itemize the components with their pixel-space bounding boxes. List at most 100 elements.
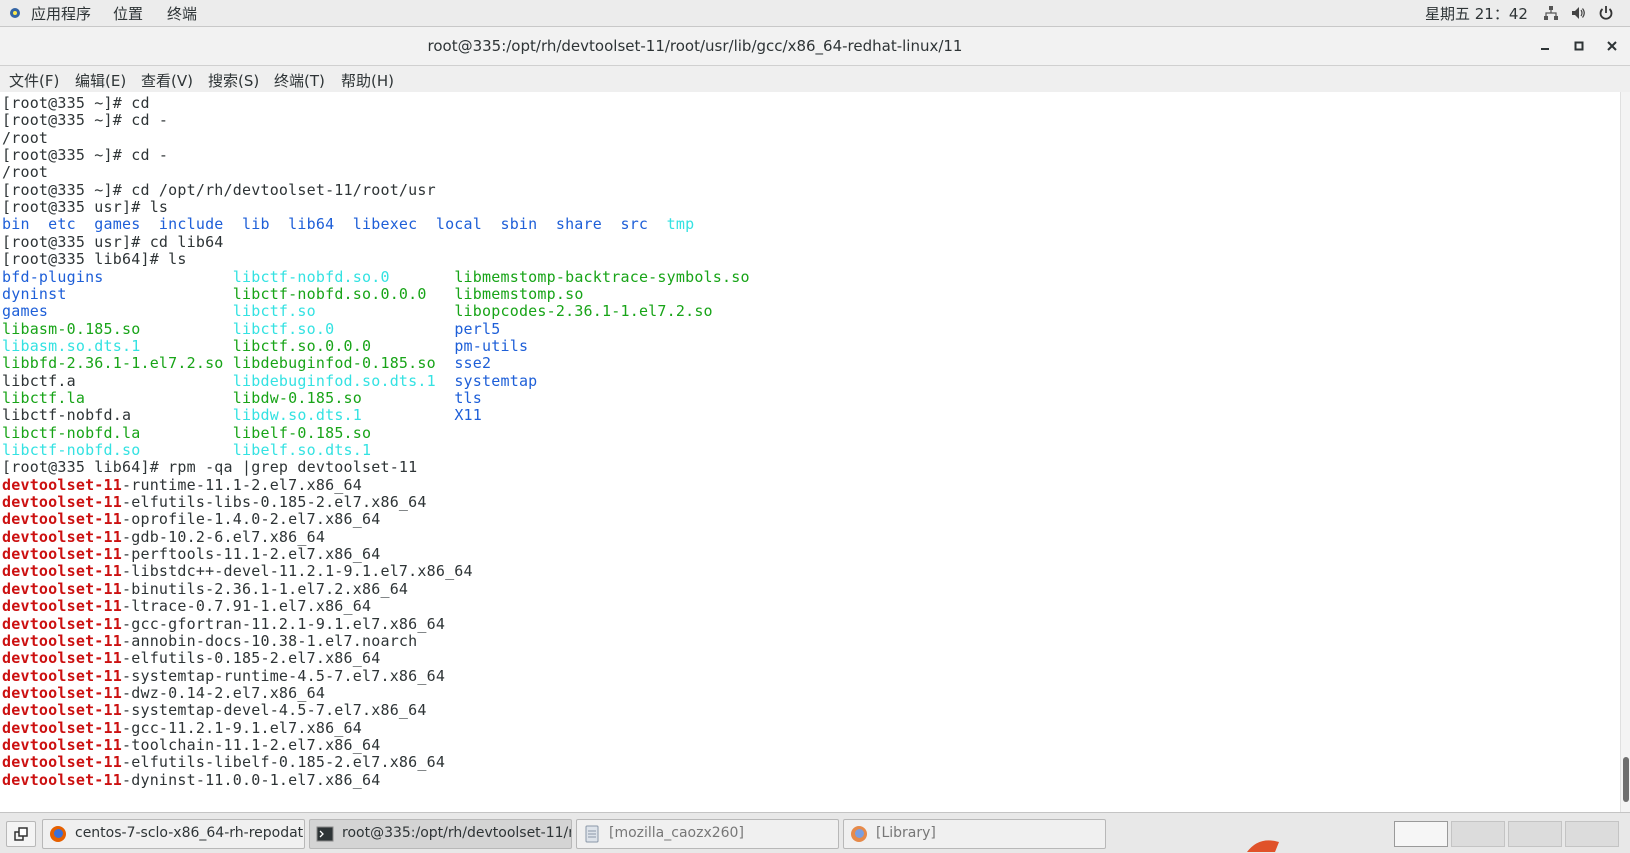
terminal-text: [root@335 ~]# cd /opt/rh/devtoolset-11/r… bbox=[2, 180, 436, 199]
terminal-text: [root@335 ~]# cd - bbox=[2, 146, 169, 165]
terminal-line: devtoolset-11-oprofile-1.4.0-2.el7.x86_6… bbox=[2, 510, 380, 528]
terminal-text: [root@335 usr]# ls bbox=[2, 198, 169, 217]
close-icon[interactable] bbox=[1601, 35, 1623, 57]
terminal-text: -elfutils-0.185-2.el7.x86_64 bbox=[122, 649, 381, 668]
terminal-line: libctf-nobfd.a libdw.so.dts.1 X11 bbox=[2, 406, 482, 424]
applications-icon bbox=[10, 8, 20, 18]
terminal-text: devtoolset-11 bbox=[2, 545, 122, 564]
terminal-text: -binutils-2.36.1-1.el7.2.x86_64 bbox=[122, 579, 409, 598]
terminal-scrollbar[interactable] bbox=[1620, 92, 1630, 812]
menu-search[interactable]: 搜索(S) bbox=[208, 70, 259, 91]
firefox-icon bbox=[851, 826, 867, 842]
terminal-line: devtoolset-11-elfutils-0.185-2.el7.x86_6… bbox=[2, 649, 380, 667]
terminal-text: -gdb-10.2-6.el7.x86_64 bbox=[122, 527, 326, 546]
scrollbar-thumb[interactable] bbox=[1623, 757, 1629, 802]
terminal-text: libdw.so.dts.1 bbox=[232, 406, 455, 425]
terminal-line: devtoolset-11-annobin-docs-10.38-1.el7.n… bbox=[2, 632, 417, 650]
terminal-line: libctf-nobfd.so libelf.so.dts.1 bbox=[2, 441, 371, 459]
terminal-text: libdebuginfod.so.dts.1 bbox=[232, 371, 455, 390]
terminal-text: libdebuginfod-0.185.so bbox=[232, 354, 455, 373]
places-menu[interactable]: 位置 bbox=[113, 3, 143, 24]
terminal-line: bin etc games include lib lib64 libexec … bbox=[2, 215, 694, 233]
firefox-icon bbox=[50, 826, 66, 842]
terminal-text: tls bbox=[454, 388, 483, 407]
terminal-text: [root@335 ~]# cd - bbox=[2, 111, 169, 130]
terminal-line: [root@335 lib64]# ls bbox=[2, 250, 187, 268]
terminal-text: [root@335 usr]# cd lib64 bbox=[2, 232, 224, 251]
terminal-text: devtoolset-11 bbox=[2, 510, 122, 529]
terminal-text: libctf-nobfd.so bbox=[2, 441, 233, 459]
task-terminal[interactable]: root@335:/opt/rh/devtoolset-11/r··· bbox=[309, 819, 572, 849]
workspace-3[interactable] bbox=[1508, 821, 1562, 847]
terminal-text: devtoolset-11 bbox=[2, 527, 122, 546]
task-library[interactable]: [Library] bbox=[843, 819, 1106, 849]
terminal-text: [root@335 lib64]# ls bbox=[2, 250, 187, 269]
terminal-text: libctf.la bbox=[2, 388, 233, 407]
terminal-line: devtoolset-11-elfutils-libs-0.185-2.el7.… bbox=[2, 493, 427, 511]
terminal-text: games bbox=[2, 302, 233, 321]
power-icon[interactable] bbox=[1598, 5, 1614, 21]
terminal-text: -systemtap-devel-4.5-7.el7.x86_64 bbox=[122, 701, 427, 720]
clock[interactable]: 星期五 21：42 bbox=[1425, 3, 1528, 24]
task-firefox-repodata[interactable]: centos-7-sclo-x86_64-rh-repodata... bbox=[42, 819, 305, 849]
terminal-line: devtoolset-11-ltrace-0.7.91-1.el7.x86_64 bbox=[2, 597, 371, 615]
terminal-text: -gcc-11.2.1-9.1.el7.x86_64 bbox=[122, 718, 362, 737]
top-panel: 应用程序 位置 终端 星期五 21：42 bbox=[0, 0, 1630, 27]
terminal-text: [root@335 lib64]# rpm -qa |grep devtools… bbox=[2, 458, 418, 477]
terminal-line: devtoolset-11-systemtap-devel-4.5-7.el7.… bbox=[2, 701, 427, 719]
terminal-text: libctf-nobfd.a bbox=[2, 406, 233, 425]
terminal-line: libbfd-2.36.1-1.el7.2.so libdebuginfod-0… bbox=[2, 354, 491, 372]
terminal-text: libdw-0.185.so bbox=[232, 388, 455, 407]
workspace-2[interactable] bbox=[1451, 821, 1505, 847]
terminal-text: bin etc games include lib lib64 libexec … bbox=[2, 215, 667, 234]
terminal-text: -elfutils-libelf-0.185-2.el7.x86_64 bbox=[122, 753, 446, 772]
taskbar: centos-7-sclo-x86_64-rh-repodata... root… bbox=[0, 812, 1630, 853]
workspace-1[interactable] bbox=[1394, 821, 1448, 847]
terminal-text: pm-utils bbox=[454, 336, 529, 355]
terminal-text: perl5 bbox=[454, 319, 501, 338]
minimize-icon[interactable] bbox=[1534, 35, 1556, 57]
terminal-line: devtoolset-11-gcc-gfortran-11.2.1-9.1.el… bbox=[2, 615, 445, 633]
menu-help[interactable]: 帮助(H) bbox=[341, 70, 394, 91]
menu-terminal[interactable]: 终端(T) bbox=[274, 70, 325, 91]
show-desktop-button[interactable] bbox=[6, 821, 36, 847]
applications-menu[interactable]: 应用程序 bbox=[31, 3, 91, 24]
terminal-line: [root@335 usr]# cd lib64 bbox=[2, 233, 224, 251]
volume-icon[interactable] bbox=[1570, 5, 1586, 21]
terminal-text: -gcc-gfortran-11.2.1-9.1.el7.x86_64 bbox=[122, 614, 446, 633]
terminal-line: devtoolset-11-libstdc++-devel-11.2.1-9.1… bbox=[2, 562, 473, 580]
menu-file[interactable]: 文件(F) bbox=[9, 70, 59, 91]
terminal-icon bbox=[316, 826, 334, 842]
menu-view[interactable]: 查看(V) bbox=[141, 70, 193, 91]
network-icon[interactable] bbox=[1543, 5, 1559, 21]
task-label: centos-7-sclo-x86_64-rh-repodata... bbox=[75, 825, 305, 841]
terminal-line: dyninst libctf-nobfd.so.0.0.0 libmemstom… bbox=[2, 285, 584, 303]
terminal-output[interactable]: [root@335 ~]# cd [root@335 ~]# cd -/root[… bbox=[0, 92, 1620, 812]
terminal-text: devtoolset-11 bbox=[2, 666, 122, 685]
terminal-text: libctf.a bbox=[2, 371, 233, 390]
terminal-text: libmemstomp.so bbox=[454, 284, 584, 303]
terminal-line: [root@335 usr]# ls bbox=[2, 198, 168, 216]
menu-edit[interactable]: 编辑(E) bbox=[75, 70, 126, 91]
show-desktop-icon bbox=[14, 827, 28, 841]
workspace-4[interactable] bbox=[1565, 821, 1619, 847]
terminal-text: devtoolset-11 bbox=[2, 701, 122, 720]
terminal-text: dyninst bbox=[2, 284, 233, 303]
terminal-line: [root@335 ~]# cd - bbox=[2, 146, 168, 164]
terminal-text: tmp bbox=[666, 215, 695, 234]
maximize-icon[interactable] bbox=[1568, 35, 1590, 57]
task-label: [Library] bbox=[876, 825, 936, 841]
window-title: root@335:/opt/rh/devtoolset-11/root/usr/… bbox=[427, 37, 963, 55]
terminal-text: -perftools-11.1-2.el7.x86_64 bbox=[122, 545, 381, 564]
terminal-line: devtoolset-11-systemtap-runtime-4.5-7.el… bbox=[2, 667, 445, 685]
terminal-text: libasm.so.dts.1 bbox=[2, 336, 233, 355]
terminal-text: libctf.so.0.0.0 bbox=[232, 336, 455, 355]
terminal-text: -toolchain-11.1-2.el7.x86_64 bbox=[122, 735, 381, 754]
task-file-manager[interactable]: [mozilla_caozx260] bbox=[576, 819, 839, 849]
terminal-line: libctf.a libdebuginfod.so.dts.1 systemta… bbox=[2, 372, 537, 390]
window-titlebar[interactable]: root@335:/opt/rh/devtoolset-11/root/usr/… bbox=[0, 27, 1630, 66]
terminal-line: devtoolset-11-gdb-10.2-6.el7.x86_64 bbox=[2, 528, 325, 546]
terminal-app-menu[interactable]: 终端 bbox=[167, 3, 197, 24]
terminal-text: libelf.so.dts.1 bbox=[232, 441, 372, 459]
terminal-text: libmemstomp-backtrace-symbols.so bbox=[454, 267, 750, 286]
